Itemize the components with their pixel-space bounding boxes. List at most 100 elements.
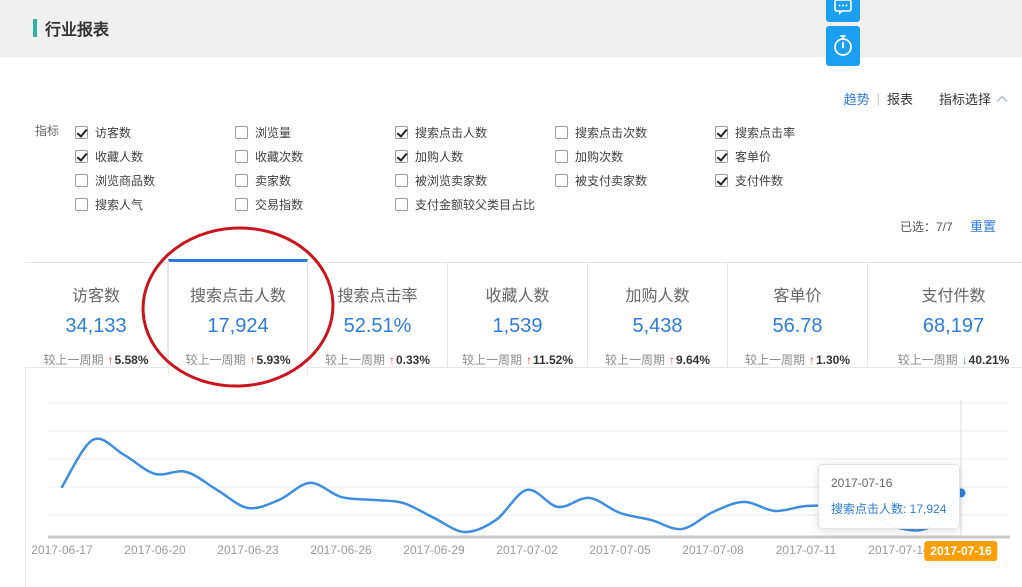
checkbox-unchecked-icon[interactable] (235, 150, 248, 163)
metric-checkbox-c1-r4[interactable]: 搜索人气 (75, 192, 233, 216)
metric-checkbox-c3-r2[interactable]: 加购人数 (395, 144, 553, 168)
stopwatch-icon (832, 34, 854, 58)
x-tick-label-highlighted: 2017-07-16 (924, 541, 997, 561)
metric-checkbox-label: 访客数 (95, 124, 131, 141)
metric-checkbox-c3-r1[interactable]: 搜索点击人数 (395, 120, 553, 144)
change-percent: 40.21% (969, 353, 1010, 367)
metric-card-change: 较上一周期↑5.58% (25, 351, 167, 368)
change-percent: 5.93% (256, 353, 290, 367)
compare-label: 较上一周期 (185, 353, 245, 367)
metric-card-title: 搜索点击率 (308, 282, 447, 306)
checkbox-unchecked-icon[interactable] (235, 198, 248, 211)
arrow-up-icon: ↑ (809, 353, 815, 367)
metric-checkbox-label: 浏览量 (255, 124, 291, 141)
metric-card-6[interactable]: 客单价56.78较上一周期↑1.30% (728, 263, 868, 368)
metric-checkbox-c2-r4[interactable]: 交易指数 (235, 192, 393, 216)
metric-card-value: 52.51% (308, 315, 447, 338)
arrow-up-icon: ↑ (249, 353, 255, 367)
checkbox-checked-icon[interactable] (395, 150, 408, 163)
metric-checkbox-label: 搜索人气 (95, 196, 143, 213)
x-tick-label: 2017-07-14 (868, 543, 929, 557)
arrow-up-icon: ↑ (389, 353, 395, 367)
metric-card-value: 34,133 (25, 315, 167, 338)
metric-checkbox-label: 客单价 (735, 148, 771, 165)
metric-checkbox-c1-r2[interactable]: 收藏人数 (75, 144, 233, 168)
filter-column-4: 搜索点击次数加购次数被支付卖家数 (555, 120, 713, 192)
checkbox-checked-icon[interactable] (715, 126, 728, 139)
change-percent: 1.30% (816, 353, 850, 367)
reset-link[interactable]: 重置 (970, 219, 996, 234)
metric-checkbox-label: 加购次数 (575, 148, 623, 165)
metric-checkbox-c3-r4[interactable]: 支付金额较父类目占比 (395, 192, 553, 216)
metric-checkbox-c5-r1[interactable]: 搜索点击率 (715, 120, 873, 144)
metric-card-value: 68,197 (868, 315, 1022, 338)
page-header: 行业报表 (0, 0, 1022, 57)
metric-card-1[interactable]: 访客数 34,133 较上一周期↑5.58% (25, 263, 168, 368)
metric-card-7[interactable]: 支付件数 68,197 较上一周期 ↓40.21% (868, 263, 1022, 368)
checkbox-unchecked-icon[interactable] (395, 198, 408, 211)
metric-checkbox-c1-r1[interactable]: 访客数 (75, 120, 233, 144)
compare-label: 较上一周期 (898, 353, 958, 367)
metric-card-change: 较上一周期↑9.64% (588, 351, 727, 368)
metric-checkbox-c4-r3[interactable]: 被支付卖家数 (555, 168, 713, 192)
checkbox-unchecked-icon[interactable] (555, 150, 568, 163)
metric-card-3[interactable]: 搜索点击率52.51%较上一周期↑0.33% (308, 263, 448, 368)
metric-checkbox-label: 搜索点击率 (735, 124, 795, 141)
checkbox-unchecked-icon[interactable] (555, 174, 568, 187)
metric-checkbox-c4-r1[interactable]: 搜索点击次数 (555, 120, 713, 144)
checkbox-unchecked-icon[interactable] (235, 174, 248, 187)
compare-label: 较上一周期 (745, 353, 805, 367)
metric-card-5[interactable]: 加购人数5,438较上一周期↑9.64% (588, 263, 728, 368)
metric-checkbox-c5-r3[interactable]: 支付件数 (715, 168, 873, 192)
metric-checkbox-label: 收藏人数 (95, 148, 143, 165)
view-switcher: 趋势 | 报表 指标选择 (844, 89, 1008, 108)
title-block: 行业报表 (33, 16, 109, 40)
metric-card-2-selected[interactable]: 搜索点击人数17,924较上一周期↑5.93% (168, 259, 308, 375)
tab-report[interactable]: 报表 (887, 89, 913, 108)
page-title: 行业报表 (45, 16, 109, 40)
x-tick-label: 2017-06-23 (217, 543, 278, 557)
metric-card-title: 加购人数 (588, 282, 727, 306)
metric-checkbox-label: 浏览商品数 (95, 172, 155, 189)
metric-checkbox-c4-r2[interactable]: 加购次数 (555, 144, 713, 168)
metric-card-change: 较上一周期↑11.52% (448, 351, 587, 368)
checkbox-checked-icon[interactable] (75, 126, 88, 139)
tab-trend[interactable]: 趋势 (844, 89, 870, 108)
metric-checkbox-c3-r3[interactable]: 被浏览卖家数 (395, 168, 553, 192)
metric-select-toggle[interactable]: 指标选择 (939, 89, 1008, 108)
metric-card-title: 访客数 (25, 282, 167, 306)
metric-card-4[interactable]: 收藏人数1,539较上一周期↑11.52% (448, 263, 588, 368)
switcher-divider: | (877, 91, 880, 106)
history-timer-button[interactable] (826, 26, 860, 66)
metric-checkbox-label: 支付金额较父类目占比 (415, 196, 535, 213)
x-tick-label: 2017-06-17 (31, 543, 92, 557)
checkbox-unchecked-icon[interactable] (395, 174, 408, 187)
metric-checkbox-c2-r1[interactable]: 浏览量 (235, 120, 393, 144)
metric-checkbox-c2-r3[interactable]: 卖家数 (235, 168, 393, 192)
metric-card-title: 客单价 (728, 282, 867, 306)
metric-checkbox-c1-r3[interactable]: 浏览商品数 (75, 168, 233, 192)
feedback-button[interactable] (826, 0, 860, 22)
checkbox-checked-icon[interactable] (715, 150, 728, 163)
metric-checkbox-c5-r2[interactable]: 客单价 (715, 144, 873, 168)
metric-checkbox-label: 加购人数 (415, 148, 463, 165)
chart-tooltip: 2017-07-16 搜索点击人数: 17,924 (818, 464, 960, 529)
arrow-up-icon: ↑ (107, 353, 113, 367)
metric-checkbox-label: 搜索点击人数 (415, 124, 487, 141)
metric-checkbox-label: 交易指数 (255, 196, 303, 213)
checkbox-unchecked-icon[interactable] (235, 126, 248, 139)
change-percent: 5.58% (114, 353, 148, 367)
metric-card-title: 支付件数 (868, 282, 1022, 306)
arrow-down-icon: ↓ (962, 353, 968, 367)
checkbox-unchecked-icon[interactable] (555, 126, 568, 139)
checkbox-checked-icon[interactable] (715, 174, 728, 187)
metric-checkbox-c2-r2[interactable]: 收藏次数 (235, 144, 393, 168)
metric-card-change: 较上一周期 ↓40.21% (868, 351, 1022, 368)
checkbox-checked-icon[interactable] (75, 150, 88, 163)
checkbox-unchecked-icon[interactable] (75, 198, 88, 211)
metric-checkbox-label: 被支付卖家数 (575, 172, 647, 189)
checkbox-unchecked-icon[interactable] (75, 174, 88, 187)
compare-label: 较上一周期 (605, 353, 665, 367)
filter-column-5: 搜索点击率客单价支付件数 (715, 120, 873, 192)
checkbox-checked-icon[interactable] (395, 126, 408, 139)
